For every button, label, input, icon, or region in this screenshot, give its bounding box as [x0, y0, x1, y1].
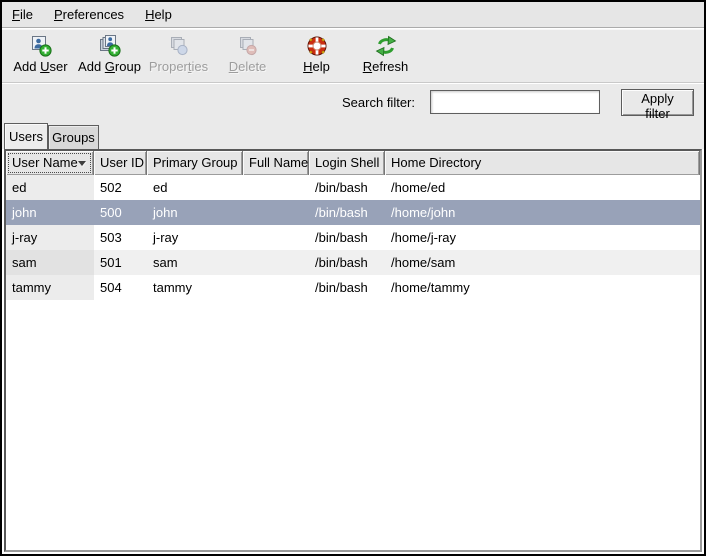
refresh-button[interactable]: Refresh	[351, 33, 420, 75]
cell-login-shell: /bin/bash	[309, 250, 385, 275]
add-group-icon	[98, 34, 122, 58]
table-row-ed[interactable]: ed 502 ed /bin/bash /home/ed	[6, 175, 700, 200]
add-user-label: Add User	[13, 59, 67, 75]
properties-label: Properties	[149, 59, 208, 75]
cell-home-directory: /home/john	[385, 200, 700, 225]
cell-full-name	[243, 175, 309, 200]
properties-icon	[167, 34, 191, 58]
cell-full-name	[243, 225, 309, 250]
delete-button: Delete	[213, 33, 282, 75]
column-header-user-name[interactable]: User Name	[6, 151, 94, 175]
cell-primary-group: john	[147, 200, 243, 225]
menu-bar: File Preferences Help	[2, 2, 704, 28]
menu-item-help[interactable]: Help	[145, 7, 172, 22]
menu-item-file[interactable]: File	[12, 7, 33, 22]
column-header-home-directory[interactable]: Home Directory	[385, 151, 700, 175]
cell-login-shell: /bin/bash	[309, 175, 385, 200]
cell-user-name: john	[6, 200, 94, 225]
table-row-sam[interactable]: sam 501 sam /bin/bash /home/sam	[6, 250, 700, 275]
user-manager-window: File Preferences Help Add User	[0, 0, 706, 556]
table-row-j-ray[interactable]: j-ray 503 j-ray /bin/bash /home/j-ray	[6, 225, 700, 250]
refresh-icon	[374, 34, 398, 58]
add-group-button[interactable]: Add Group	[75, 33, 144, 75]
cell-home-directory: /home/sam	[385, 250, 700, 275]
menu-item-preferences[interactable]: Preferences	[54, 7, 124, 22]
properties-button: Properties	[144, 33, 213, 75]
sort-arrow-icon	[78, 161, 86, 166]
table-row-tammy[interactable]: tammy 504 tammy /bin/bash /home/tammy	[6, 275, 700, 300]
delete-label: Delete	[229, 59, 267, 75]
cell-user-id: 500	[94, 200, 147, 225]
apply-filter-button[interactable]: Apply filter	[621, 89, 694, 116]
cell-user-id: 503	[94, 225, 147, 250]
cell-user-id: 502	[94, 175, 147, 200]
toolbar: Add User Add Group	[2, 29, 704, 83]
tab-users[interactable]: Users	[4, 123, 48, 149]
cell-full-name	[243, 250, 309, 275]
add-user-button[interactable]: Add User	[6, 33, 75, 75]
cell-primary-group: tammy	[147, 275, 243, 300]
help-button[interactable]: Help	[282, 33, 351, 75]
table-header: User Name User ID Primary Group Full Nam…	[6, 151, 700, 175]
search-filter-input[interactable]	[430, 90, 600, 114]
help-label: Help	[303, 59, 330, 75]
cell-user-name: sam	[6, 250, 94, 275]
tab-groups[interactable]: Groups	[48, 125, 99, 149]
column-header-user-id[interactable]: User ID	[94, 151, 147, 175]
cell-full-name	[243, 200, 309, 225]
refresh-label: Refresh	[363, 59, 409, 75]
tab-strip: Users Groups	[2, 120, 704, 149]
cell-full-name	[243, 275, 309, 300]
cell-user-name: tammy	[6, 275, 94, 300]
cell-user-id: 504	[94, 275, 147, 300]
help-icon	[305, 34, 329, 58]
cell-home-directory: /home/j-ray	[385, 225, 700, 250]
column-header-login-shell[interactable]: Login Shell	[309, 151, 385, 175]
delete-icon	[236, 34, 260, 58]
cell-primary-group: j-ray	[147, 225, 243, 250]
users-table: User Name User ID Primary Group Full Nam…	[4, 149, 702, 552]
cell-primary-group: sam	[147, 250, 243, 275]
column-header-primary-group[interactable]: Primary Group	[147, 151, 243, 175]
cell-primary-group: ed	[147, 175, 243, 200]
add-group-label: Add Group	[78, 59, 141, 75]
cell-login-shell: /bin/bash	[309, 200, 385, 225]
search-filter-label: Search filter:	[342, 95, 415, 110]
cell-home-directory: /home/tammy	[385, 275, 700, 300]
table-row-john-selected[interactable]: john 500 john /bin/bash /home/john	[6, 200, 700, 225]
cell-home-directory: /home/ed	[385, 175, 700, 200]
cell-login-shell: /bin/bash	[309, 225, 385, 250]
cell-user-name: ed	[6, 175, 94, 200]
column-header-full-name[interactable]: Full Name	[243, 151, 309, 175]
add-user-icon	[29, 34, 53, 58]
cell-user-id: 501	[94, 250, 147, 275]
filter-bar: Search filter: Apply filter	[2, 84, 704, 120]
cell-user-name: j-ray	[6, 225, 94, 250]
cell-login-shell: /bin/bash	[309, 275, 385, 300]
